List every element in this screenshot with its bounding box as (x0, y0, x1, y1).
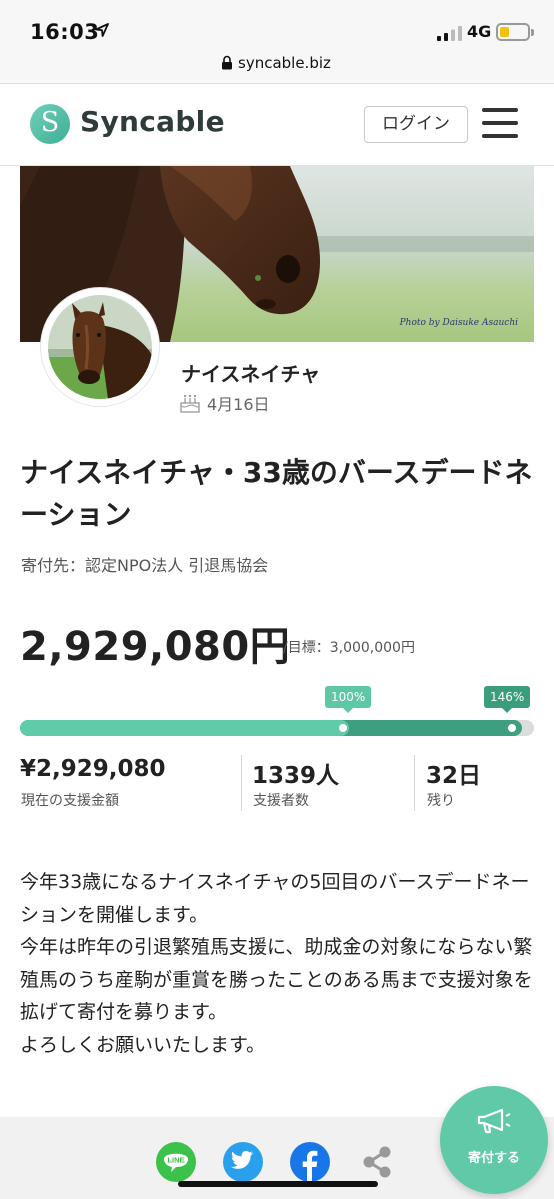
stat-divider (414, 755, 415, 811)
brand-name[interactable]: Syncable (80, 105, 225, 138)
raised-amount: 2,929,080円 (20, 624, 291, 670)
description-paragraph: 今年は昨年の引退繁殖馬支援に、助成金の対象にならない繁殖馬のうち産駒が重賞を勝っ… (20, 936, 533, 1023)
donate-label: 寄付する (467, 1151, 520, 1166)
site-header: S Syncable ログイン (0, 84, 554, 166)
campaign-description: 今年33歳になるナイスネイチャの5回目のバースデードネーションを開催します。 今… (20, 866, 538, 1061)
logo-icon[interactable]: S (30, 104, 70, 144)
signal-icon (437, 26, 462, 41)
photo-credit: Photo by Daisuke Asauchi (399, 318, 518, 328)
network-type: 4G (467, 22, 492, 41)
campaign-recipient: 寄付先：認定NPO法人 引退馬協会 (21, 556, 269, 575)
progress-marker-146 (508, 724, 516, 732)
stat-supporters-value: 1339人 (252, 763, 340, 789)
share-icon[interactable] (357, 1142, 397, 1182)
stat-amount-value: ¥2,929,080 (20, 756, 166, 782)
progress-bar (20, 720, 534, 736)
donate-button[interactable]: 寄付する (440, 1086, 548, 1194)
progress-fill-goal (20, 720, 349, 736)
logo-letter: S (40, 107, 60, 138)
description-paragraph: よろしくお願いいたします。 (20, 1033, 266, 1056)
location-arrow-icon (95, 23, 109, 37)
twitter-share-icon[interactable] (223, 1142, 263, 1182)
progress-tag-146: 146% (484, 686, 531, 713)
stat-amount-label: 現在の支援金額 (21, 793, 119, 809)
profile-name: ナイスネイチャ (181, 362, 321, 386)
profile-birthday: 4月16日 (207, 395, 270, 414)
home-indicator (178, 1181, 378, 1187)
cake-icon (180, 394, 200, 413)
status-time: 16:03 (30, 20, 100, 44)
page: 16:03 4G syncable.biz S Syncable ログイン Ph… (0, 0, 554, 1199)
stat-days-value: 32日 (426, 763, 482, 789)
lock-icon (222, 55, 232, 70)
url-bar[interactable]: syncable.biz (0, 46, 554, 84)
description-paragraph: 今年33歳になるナイスネイチャの5回目のバースデードネーションを開催します。 (20, 871, 530, 926)
megaphone-icon (477, 1108, 511, 1134)
campaign-title: ナイスネイチャ・33歳のバースデードネーション (20, 456, 533, 531)
progress-tag-100: 100% (325, 686, 372, 713)
line-share-icon[interactable]: LINE (156, 1142, 196, 1182)
battery-icon (496, 23, 534, 41)
url-text: syncable.biz (238, 54, 331, 72)
hamburger-icon[interactable] (482, 108, 518, 140)
progress-marker-100 (339, 724, 347, 732)
line-label: LINE (167, 1156, 184, 1165)
goal-amount: /目標：3,000,000円 (283, 640, 415, 656)
stat-supporters-label: 支援者数 (253, 793, 309, 809)
facebook-share-icon[interactable] (290, 1142, 330, 1182)
stat-days-label: 残り (427, 793, 455, 809)
login-button[interactable]: ログイン (364, 106, 468, 143)
stat-divider (241, 755, 242, 811)
avatar (40, 287, 160, 407)
